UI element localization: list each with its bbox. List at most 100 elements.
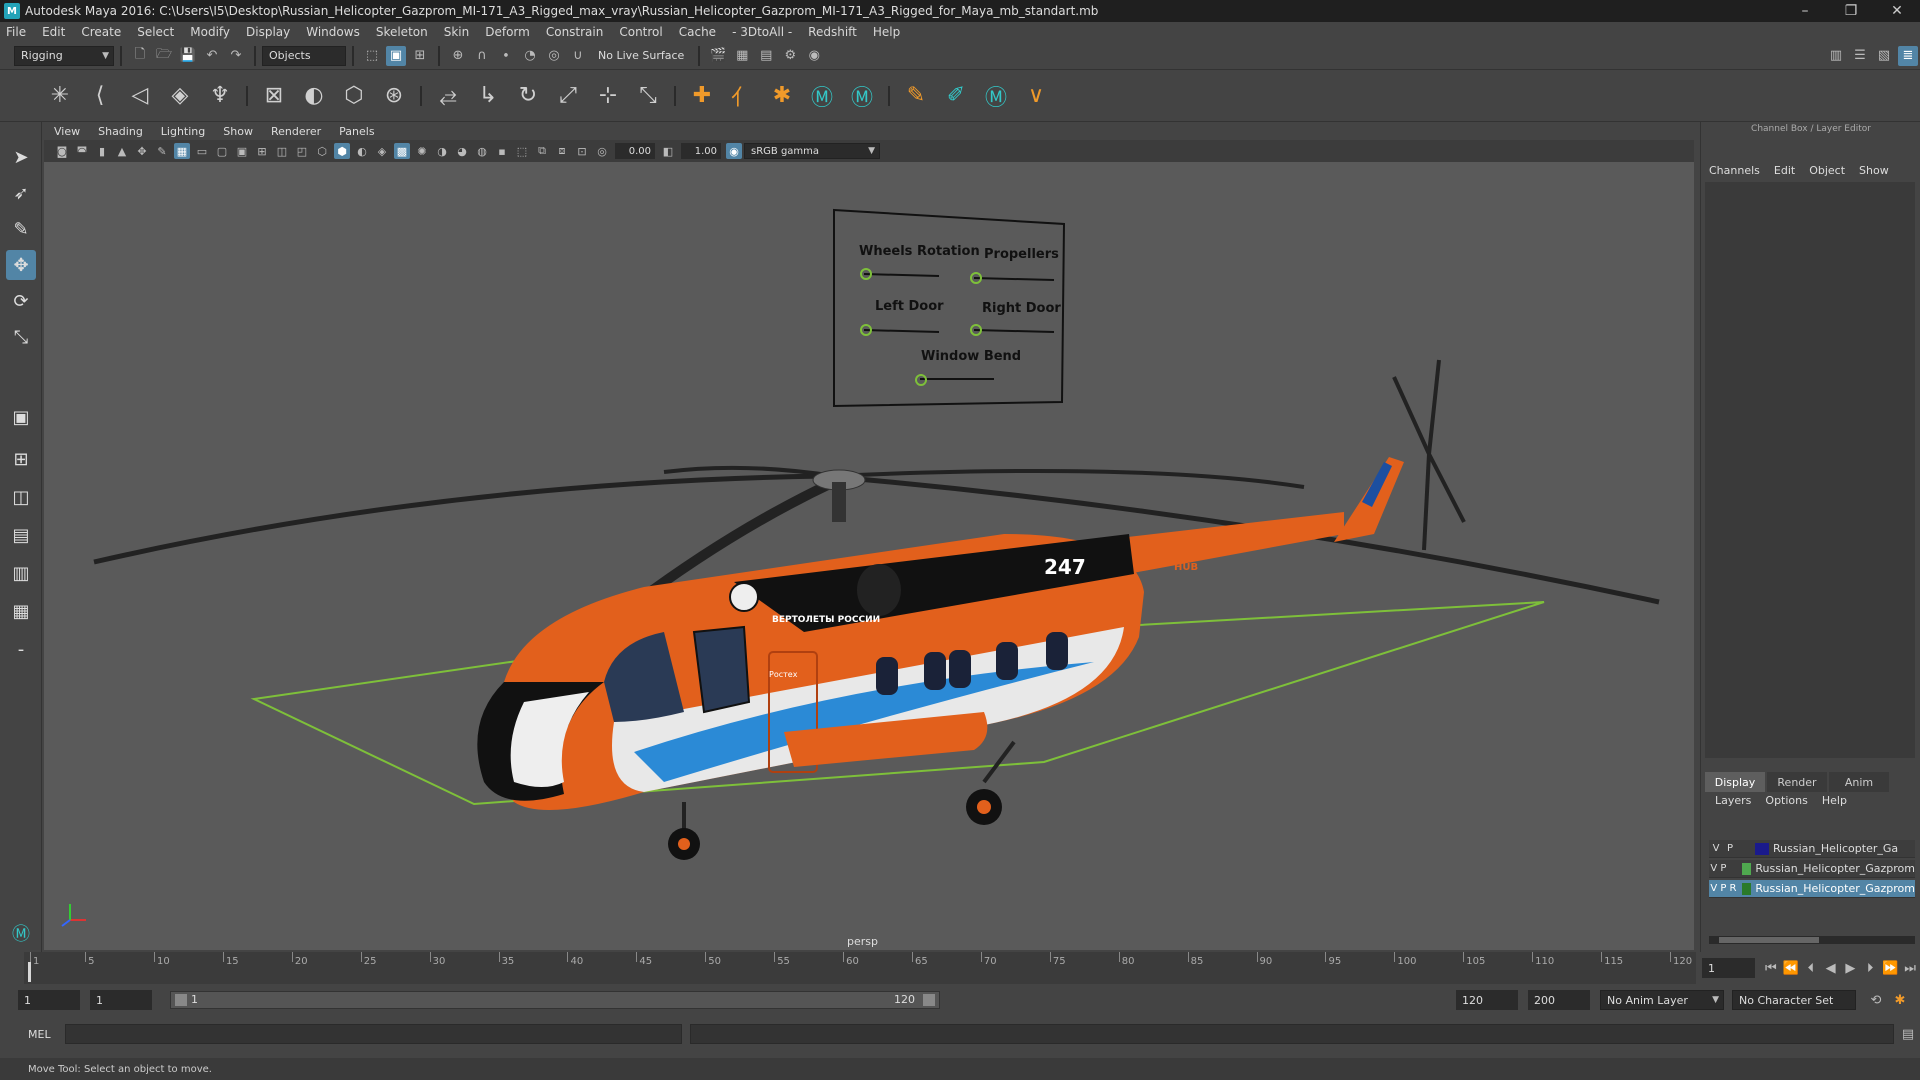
view-transform-dropdown[interactable]: sRGB gamma ▼ bbox=[744, 143, 880, 159]
time-slider[interactable]: 1 5 10 15 20 25 30 35 40 45 50 55 60 65 70 75 80 85 90 95 10… bbox=[24, 952, 1696, 984]
textured-icon[interactable]: ▩ bbox=[394, 143, 410, 159]
safe-title-icon[interactable]: ◰ bbox=[294, 143, 310, 159]
layer-scrollbar-thumb[interactable] bbox=[1719, 937, 1819, 943]
wireframe-icon[interactable]: ⬡ bbox=[314, 143, 330, 159]
layer-row[interactable]: V P Russian_Helicopter_Gazprom bbox=[1709, 860, 1915, 878]
hik-icon[interactable]: ⺅ bbox=[725, 79, 759, 113]
render-settings-icon[interactable]: ⚙ bbox=[780, 46, 800, 66]
four-view-layout-icon[interactable]: ⊞ bbox=[6, 444, 36, 474]
menu-display[interactable]: Display bbox=[246, 25, 290, 39]
gate-mask-icon[interactable]: ▣ bbox=[234, 143, 250, 159]
open-scene-icon[interactable]: 🗁 bbox=[154, 46, 174, 66]
snap-curve-icon[interactable]: ∩ bbox=[472, 46, 492, 66]
step-forward-frame-icon[interactable]: ⏵ bbox=[1862, 958, 1878, 978]
menu-modify[interactable]: Modify bbox=[190, 25, 230, 39]
gamma-field[interactable]: 1.00 bbox=[681, 143, 721, 159]
layer-row[interactable]: V P Russian_Helicopter_Ga bbox=[1709, 840, 1915, 858]
layer-menu-options[interactable]: Options bbox=[1765, 794, 1807, 807]
current-time-indicator[interactable] bbox=[28, 962, 31, 982]
scale-constraint-icon[interactable]: ⤢ bbox=[551, 79, 585, 113]
maya-script-icon[interactable]: Ⓜ bbox=[805, 79, 839, 113]
helicopter-model[interactable]: ВЕРТОЛЕТЫ РОССИИ 247 HUB Ростех bbox=[93, 359, 1660, 860]
maya-script-3-icon[interactable]: Ⓜ bbox=[979, 79, 1013, 113]
orient-joint-icon[interactable]: ◈ bbox=[163, 79, 197, 113]
playback-end-field[interactable]: 120 bbox=[1456, 990, 1518, 1010]
blend-shape-icon[interactable]: ✐ bbox=[939, 79, 973, 113]
snap-grid-icon[interactable]: ⊕ bbox=[448, 46, 468, 66]
undo-icon[interactable]: ↶ bbox=[202, 46, 222, 66]
layer-row[interactable]: V P R Russian_Helicopter_Gazprom bbox=[1709, 880, 1915, 898]
script-editor-icon[interactable]: ▤ bbox=[1898, 1024, 1918, 1044]
menu-create[interactable]: Create bbox=[81, 25, 121, 39]
wireframe-on-shaded-icon[interactable]: ◈ bbox=[374, 143, 390, 159]
snap-live-icon[interactable]: ◎ bbox=[544, 46, 564, 66]
maya-script-2-icon[interactable]: Ⓜ bbox=[845, 79, 879, 113]
layer-visibility-toggle[interactable]: V bbox=[1709, 883, 1719, 894]
snap-point-icon[interactable]: ∙ bbox=[496, 46, 516, 66]
xray-icon[interactable]: ⧉ bbox=[534, 143, 550, 159]
attribute-editor-icon[interactable]: ☰ bbox=[1850, 46, 1870, 66]
exposure-icon[interactable]: ◎ bbox=[594, 143, 610, 159]
panel-menu-lighting[interactable]: Lighting bbox=[161, 125, 205, 138]
layer-color-swatch[interactable] bbox=[1755, 842, 1769, 855]
channel-list-area[interactable] bbox=[1705, 182, 1915, 758]
two-d-pan-icon[interactable]: ✥ bbox=[134, 143, 150, 159]
layer-menu-layers[interactable]: Layers bbox=[1715, 794, 1751, 807]
render-view-icon[interactable]: 🎬 bbox=[708, 46, 728, 66]
panel-menu-renderer[interactable]: Renderer bbox=[271, 125, 321, 138]
locator-icon[interactable]: ✚ bbox=[685, 79, 719, 113]
menu-deform[interactable]: Deform bbox=[485, 25, 530, 39]
use-default-material-icon[interactable]: ◐ bbox=[354, 143, 370, 159]
command-input[interactable] bbox=[64, 1024, 682, 1044]
maximize-button[interactable]: ❐ bbox=[1828, 0, 1874, 22]
layer-playback-toggle[interactable]: P bbox=[1719, 863, 1729, 874]
joint-tool-icon[interactable]: ✳ bbox=[43, 79, 77, 113]
rotate-tool-icon[interactable]: ⟳ bbox=[6, 286, 36, 316]
live-surface-label[interactable]: No Live Surface bbox=[598, 49, 684, 62]
safe-action-icon[interactable]: ◫ bbox=[274, 143, 290, 159]
menu-cache[interactable]: Cache bbox=[679, 25, 716, 39]
parent-constraint-icon[interactable]: ⥄ bbox=[431, 79, 465, 113]
anim-layer-dropdown[interactable]: No Anim Layer ▼ bbox=[1600, 990, 1724, 1010]
menu-skeleton[interactable]: Skeleton bbox=[376, 25, 428, 39]
scale-tool-icon[interactable]: ⤡ bbox=[6, 322, 36, 352]
camera-attributes-icon[interactable]: ◚ bbox=[74, 143, 90, 159]
resolution-gate-icon[interactable]: ▢ bbox=[214, 143, 230, 159]
modeling-toolkit-icon[interactable]: ▥ bbox=[1826, 46, 1846, 66]
menu-3dtoall[interactable]: - 3DtoAll - bbox=[732, 25, 792, 39]
bookmark-icon[interactable]: ▮ bbox=[94, 143, 110, 159]
gamma-icon[interactable]: ◧ bbox=[660, 143, 676, 159]
current-frame-field[interactable]: 1 bbox=[1702, 958, 1755, 978]
paint-weights-icon[interactable]: ✎ bbox=[899, 79, 933, 113]
motion-blur-icon[interactable]: ◍ bbox=[474, 143, 490, 159]
tab-display[interactable]: Display bbox=[1705, 772, 1765, 792]
animation-start-field[interactable]: 1 bbox=[18, 990, 80, 1010]
step-back-frame-icon[interactable]: ⏴ bbox=[1803, 958, 1819, 978]
menu-control[interactable]: Control bbox=[619, 25, 662, 39]
camera-icon[interactable]: ◙ bbox=[54, 143, 70, 159]
menu-set-dropdown[interactable]: Rigging ▼ bbox=[14, 45, 114, 66]
character-set-dropdown[interactable]: No Character Set bbox=[1732, 990, 1856, 1010]
layer-menu-help[interactable]: Help bbox=[1822, 794, 1847, 807]
pole-vector-icon[interactable]: ⤡ bbox=[631, 79, 665, 113]
smooth-shade-icon[interactable]: ⬢ bbox=[334, 143, 350, 159]
menu-edit[interactable]: Edit bbox=[42, 25, 65, 39]
orient-constraint-icon[interactable]: ↻ bbox=[511, 79, 545, 113]
magnet-icon[interactable]: ∪ bbox=[568, 46, 588, 66]
range-start-handle[interactable] bbox=[175, 994, 187, 1006]
animation-preferences-icon[interactable]: ✱ bbox=[1890, 990, 1910, 1010]
select-tool-icon[interactable]: ➤ bbox=[6, 142, 36, 172]
channel-box-icon[interactable]: ≣ bbox=[1898, 45, 1918, 66]
menu-file[interactable]: File bbox=[6, 25, 26, 39]
lasso-tool-icon[interactable]: ➶ bbox=[6, 178, 36, 208]
hypershade-icon[interactable]: ◉ bbox=[804, 46, 824, 66]
select-object-icon[interactable]: ▣ bbox=[386, 45, 406, 66]
ik-handle-icon[interactable]: ♆ bbox=[203, 79, 237, 113]
render-frame-icon[interactable]: ▦ bbox=[732, 46, 752, 66]
layer-playback-toggle[interactable]: P bbox=[1719, 883, 1729, 894]
hypershade-layout-icon[interactable]: ▦ bbox=[6, 596, 36, 626]
play-forwards-icon[interactable]: ▶ bbox=[1842, 958, 1858, 978]
rig-control-board[interactable]: Wheels Rotation Propellers Left Door Rig… bbox=[833, 208, 1066, 408]
panel-menu-panels[interactable]: Panels bbox=[339, 125, 374, 138]
layer-playback-toggle[interactable]: P bbox=[1723, 843, 1737, 854]
